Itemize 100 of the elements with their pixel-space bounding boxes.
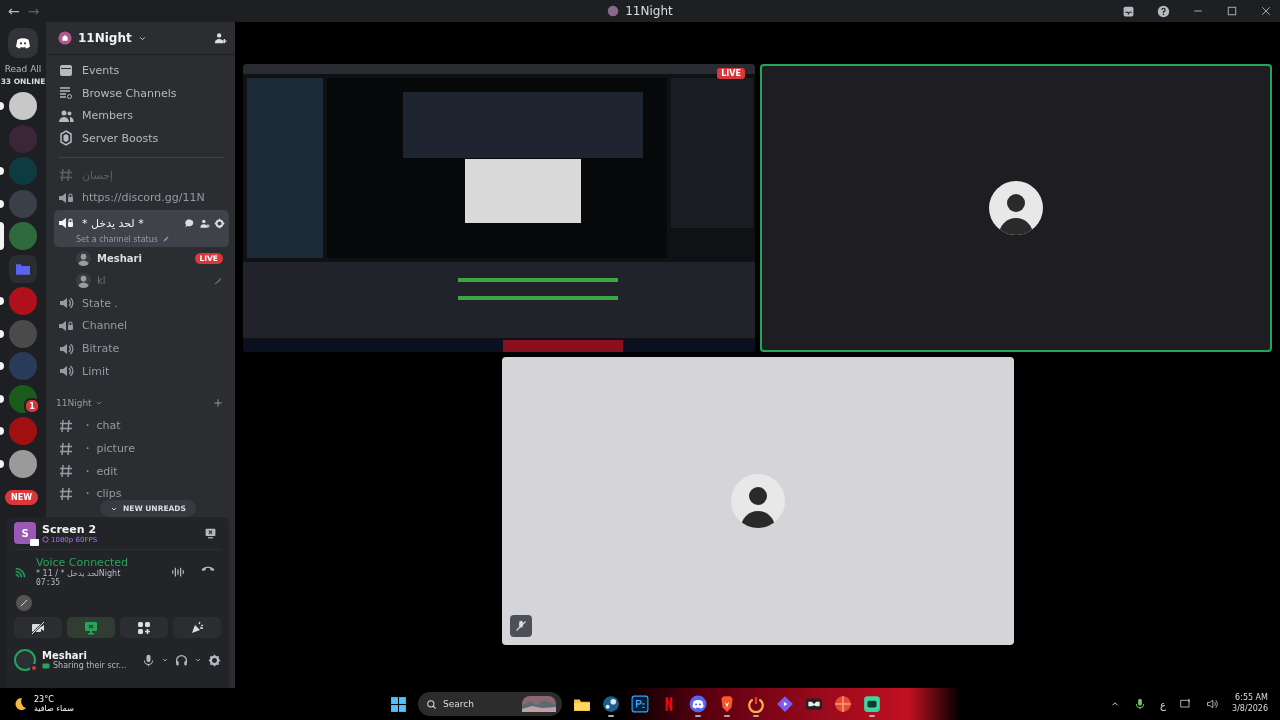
category-name[interactable]: 11Night [56, 397, 92, 408]
screen-button[interactable] [67, 617, 115, 638]
close-icon [1260, 5, 1272, 17]
chevron-down-icon [194, 656, 202, 664]
video-tile[interactable] [501, 357, 1014, 645]
menu-item[interactable]: Server Boosts [82, 131, 159, 145]
pencil-icon [161, 235, 170, 244]
screen-share-icon [83, 619, 99, 636]
inbox-icon [1122, 4, 1135, 18]
add-member-icon [213, 31, 227, 45]
soundboard-button[interactable] [173, 617, 221, 638]
server-icon[interactable] [9, 449, 37, 478]
live-badge: LIVE [717, 68, 745, 79]
boost-icon [58, 130, 74, 147]
hash-icon [58, 440, 74, 457]
activities-button[interactable] [120, 617, 168, 638]
volume-icon [1206, 698, 1219, 710]
channel-name[interactable]: State . [82, 296, 119, 310]
muted-icon [213, 275, 223, 286]
stop-stream-icon [204, 526, 217, 540]
search-icon [426, 698, 437, 710]
stream-tile[interactable]: LIVE [243, 64, 755, 352]
chat-app-icon [863, 695, 881, 713]
member-avatar [76, 273, 91, 289]
user-avatar[interactable] [14, 649, 36, 671]
hash-icon [58, 417, 74, 434]
channel-name[interactable]: Channel [82, 319, 128, 333]
muted-icon [514, 620, 527, 632]
window-title: 11Night [625, 4, 673, 18]
menu-item[interactable]: Events [82, 63, 120, 77]
add-member-icon [199, 217, 210, 229]
clock-date[interactable]: 3/8/2026 [1232, 704, 1268, 715]
participant-avatar [989, 181, 1043, 235]
hash-icon [58, 485, 74, 502]
channel-name[interactable]: ・ chat [82, 418, 121, 434]
mask-icon [805, 695, 823, 713]
camera-off-icon [30, 619, 46, 636]
channel-name[interactable]: ・ clips [82, 486, 122, 502]
video-tile[interactable] [760, 64, 1272, 352]
server-icon [58, 31, 72, 45]
menu-item[interactable]: Browse Channels [82, 86, 177, 100]
maximize-icon [1226, 5, 1238, 17]
stream-avatar: S [14, 522, 36, 544]
chevron-down-icon [161, 656, 169, 664]
camera-button[interactable] [14, 617, 62, 638]
add-channel-icon [213, 397, 223, 408]
microphone-icon [142, 653, 155, 667]
channel-name[interactable]: ・ edit [82, 463, 118, 479]
windows-icon [390, 695, 407, 713]
soundboard-icon [189, 619, 205, 636]
server-icon [607, 5, 620, 17]
clock-time[interactable]: 6:55 AM [1232, 693, 1268, 704]
disconnect-icon [201, 564, 215, 571]
mention-badge: 1 [24, 398, 40, 414]
channel-name[interactable]: ・ picture [82, 441, 135, 457]
search-field[interactable]: Search [418, 692, 562, 716]
server-folder[interactable] [9, 254, 37, 283]
screen-icon [42, 661, 50, 670]
channel-name[interactable]: https://discord.gg/11N [82, 191, 205, 205]
settings-icon [208, 653, 221, 667]
menu-item[interactable]: Members [82, 109, 133, 123]
start-button[interactable] [390, 695, 407, 713]
channel-name[interactable]: Limit [82, 364, 110, 378]
hash-icon [58, 463, 74, 480]
diamond-icon [776, 695, 794, 713]
weather-condition: سماء صافية [34, 704, 74, 713]
hash-icon [58, 167, 74, 184]
discord-icon [689, 695, 707, 713]
network-icon [1180, 698, 1193, 710]
read-all-link[interactable]: Read All [4, 64, 42, 74]
back-button[interactable]: ← [8, 4, 20, 18]
member-avatar [76, 251, 91, 267]
ball-icon [834, 695, 852, 713]
voice-status: Voice Connected [36, 556, 128, 569]
power-icon [747, 695, 765, 713]
channel-name[interactable]: Bitrate [82, 342, 120, 356]
microphone-icon [1134, 698, 1147, 710]
call-timer: 07:35 [36, 578, 62, 587]
list-search-icon [58, 85, 74, 102]
server-icon[interactable] [9, 92, 37, 121]
boost-icon [42, 536, 49, 543]
channel-name[interactable]: * لحد يدخل * [82, 216, 144, 230]
settings-icon [214, 217, 225, 229]
user-activity: Sharing their scr... [53, 661, 127, 670]
home-button[interactable] [8, 28, 38, 58]
help-icon [1157, 4, 1170, 18]
chat-icon [184, 217, 195, 229]
server-name[interactable]: 11Night [78, 31, 132, 45]
lion-shield-icon [718, 695, 736, 713]
steam-icon [602, 695, 620, 713]
calendar-icon [58, 62, 74, 79]
member-name[interactable]: Meshari [97, 253, 142, 265]
temperature: 23°C [34, 695, 55, 704]
channel-status[interactable]: Set a channel status [76, 234, 158, 244]
new-badge: NEW [5, 490, 38, 505]
language-indicator[interactable]: ع [1160, 698, 1167, 710]
voice-channel-link[interactable]: * 11 / * لحد يدخلNight [36, 569, 128, 578]
stream-title: Screen 2 [42, 522, 98, 536]
username: Meshari [42, 650, 88, 661]
photoshop-icon [631, 695, 649, 713]
